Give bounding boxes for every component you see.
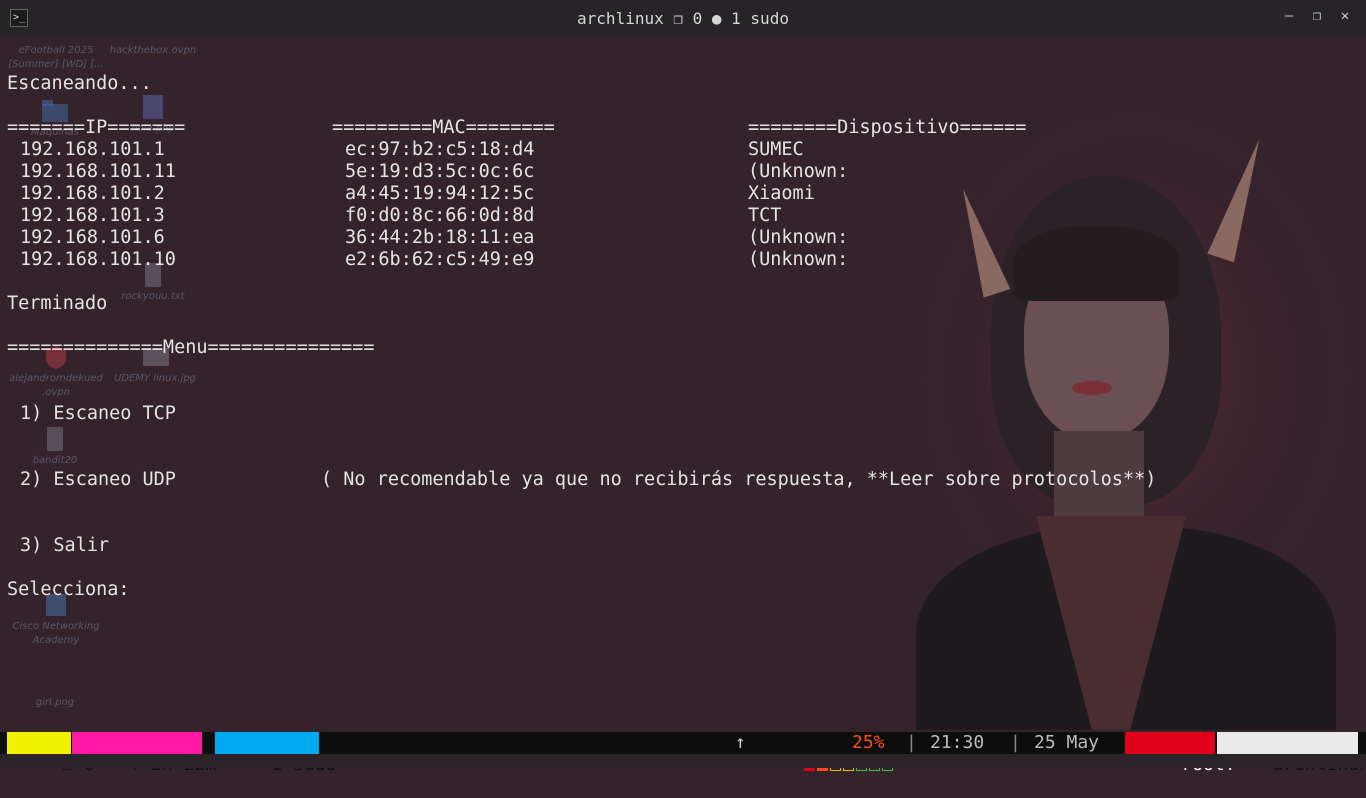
menu-option-exit: 3) Salir — [20, 535, 110, 556]
clock-time: 21:30 — [930, 732, 985, 753]
select-prompt: Selecciona: — [7, 579, 130, 600]
mac-cell: 36:44:2b:18:11:ea — [345, 227, 535, 248]
device-cell: (Unknown: — [748, 161, 849, 182]
device-cell: (Unknown: — [748, 227, 849, 248]
window-tab-sudo[interactable]: 1 sudo — [215, 732, 336, 775]
device-column-header: ========Dispositivo====== — [748, 117, 1027, 138]
restore-icon[interactable]: ❐ — [1310, 8, 1324, 24]
menu-header: ==============Menu=============== — [7, 337, 375, 358]
clock-date: 25 May — [1034, 732, 1100, 753]
mac-cell: a4:45:19:94:12:5c — [345, 183, 535, 204]
mac-cell: 5e:19:d3:5c:0c:6c — [345, 161, 535, 182]
user-badge: root! — [1125, 732, 1236, 775]
close-icon[interactable]: ✕ — [1338, 8, 1352, 24]
host-badge: archlinux — [1217, 732, 1366, 775]
scanning-text: Escaneando... — [7, 73, 152, 94]
ip-column-header: =======IP======= — [7, 117, 186, 138]
ip-cell: 192.168.101.11 — [20, 161, 176, 182]
screen-bottom-edge — [0, 754, 1366, 768]
window-title: archlinux ❐ 0 ● 1 sudo — [577, 8, 789, 28]
status-separator: | — [1010, 732, 1021, 753]
ip-cell: 192.168.101.3 — [20, 205, 165, 226]
tmux-status-bar: ❐ 0 ↑ 2h 22m 1 sudo ↑ 25% | 21:30 | 25 M… — [0, 732, 1366, 775]
battery-gauge — [761, 732, 894, 771]
device-cell: TCT — [748, 205, 782, 226]
terminal-output[interactable]: Escaneando... =======IP======= =========… — [0, 36, 1366, 732]
ip-cell: 192.168.101.10 — [20, 249, 176, 270]
ip-cell: 192.168.101.1 — [20, 139, 165, 160]
status-separator: | — [906, 732, 917, 753]
window-titlebar[interactable]: >_ archlinux ❐ 0 ● 1 sudo – ❐ ✕ — [0, 0, 1366, 36]
ip-cell: 192.168.101.2 — [20, 183, 165, 204]
menu-option-udp: 2) Escaneo UDP — [20, 469, 176, 490]
terminal-app-icon: >_ — [10, 9, 28, 27]
uptime-indicator: ↑ 2h 22m — [72, 732, 216, 775]
menu-option-udp-note: ( No recomendable ya que no recibirás re… — [321, 469, 1157, 490]
device-cell: (Unknown: — [748, 249, 849, 270]
mac-cell: f0:d0:8c:66:0d:8d — [345, 205, 535, 226]
up-arrow-icon: ↑ — [735, 732, 746, 753]
battery-percent: 25% — [852, 732, 885, 753]
minimize-icon[interactable]: – — [1282, 8, 1296, 24]
session-indicator[interactable]: ❐ 0 — [7, 732, 95, 775]
finished-text: Terminado — [7, 293, 108, 314]
mac-cell: ec:97:b2:c5:18:d4 — [345, 139, 535, 160]
mac-column-header: =========MAC======== — [332, 117, 555, 138]
window-controls: – ❐ ✕ — [1282, 8, 1352, 24]
mac-cell: e2:6b:62:c5:49:e9 — [345, 249, 535, 270]
device-cell: Xiaomi — [748, 183, 815, 204]
ip-cell: 192.168.101.6 — [20, 227, 165, 248]
device-cell: SUMEC — [748, 139, 804, 160]
menu-option-tcp: 1) Escaneo TCP — [20, 403, 176, 424]
